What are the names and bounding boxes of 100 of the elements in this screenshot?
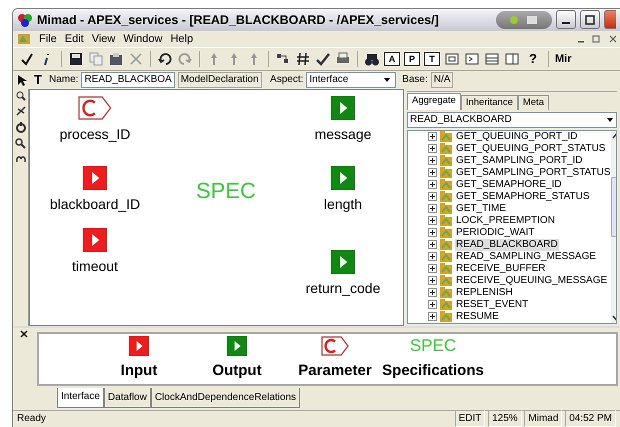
view-toggle-button[interactable]: A <box>384 52 400 66</box>
tree-item[interactable]: RECEIVE_BUFFER <box>455 262 546 275</box>
expand-icon[interactable] <box>428 180 437 190</box>
document-window-controls-icon[interactable] <box>576 34 616 44</box>
tree-item[interactable]: RECEIVE_QUEUING_MESSAGE <box>455 274 608 287</box>
maximize-button[interactable] <box>580 10 600 30</box>
tree-item[interactable]: READ_BLACKBOARD <box>455 238 559 251</box>
folder-icon <box>440 131 452 142</box>
aspect-tab[interactable]: Interface <box>57 388 104 408</box>
folder-icon <box>440 299 452 310</box>
aspect-tab[interactable]: Dataflow <box>104 388 151 408</box>
console-icon[interactable] <box>464 50 480 67</box>
tree-item[interactable]: REPLENISH <box>455 286 514 299</box>
part-label: Specifications <box>382 360 484 381</box>
expand-icon[interactable] <box>428 216 437 226</box>
pointer-icon[interactable] <box>17 74 27 86</box>
part-label: Parameter <box>298 360 372 381</box>
port-label: message <box>314 124 372 144</box>
input-port-icon <box>83 166 107 190</box>
columns-icon[interactable] <box>504 50 520 67</box>
input-port-icon <box>83 228 107 252</box>
expand-icon[interactable] <box>428 288 437 298</box>
menu-item[interactable]: Edit <box>64 30 84 48</box>
zoom-icon[interactable] <box>16 90 26 101</box>
type-field: ModelDeclaration <box>178 72 262 88</box>
tree-item[interactable]: GET_TIME <box>455 202 508 215</box>
close-icon[interactable] <box>20 330 28 338</box>
menu-item[interactable]: Window <box>123 30 162 48</box>
expand-icon[interactable] <box>428 228 437 238</box>
expand-icon[interactable] <box>428 192 437 202</box>
tree-item[interactable]: GET_SAMPLING_PORT_ID <box>455 154 584 167</box>
port-label: process_ID <box>60 124 130 144</box>
menu-item[interactable]: View <box>92 30 116 48</box>
base-label: Base: <box>402 73 428 88</box>
window-icon[interactable] <box>444 50 460 67</box>
spec-label: SPEC <box>196 176 256 205</box>
output-port-icon <box>331 96 355 120</box>
menu-item[interactable]: Help <box>170 30 194 48</box>
check-icon[interactable] <box>19 50 35 67</box>
expand-icon[interactable] <box>428 264 437 274</box>
status-pane: Mimad <box>524 410 562 427</box>
search-icon[interactable] <box>15 138 26 149</box>
help-button[interactable]: ? <box>524 50 542 67</box>
tree-item[interactable]: RESET_EVENT <box>455 298 530 311</box>
tray-widget[interactable] <box>496 10 552 29</box>
undo-icon[interactable] <box>157 50 173 67</box>
expand-icon[interactable] <box>428 168 437 178</box>
tree-item[interactable]: RESUME <box>455 310 500 323</box>
aspect-tab[interactable]: ClockAndDependenceRelations <box>150 388 300 408</box>
tree-item[interactable]: GET_QUEUING_PORT_ID <box>455 130 579 143</box>
expand-icon[interactable] <box>428 240 437 250</box>
tree-item[interactable]: LOCK_PREEMPTION <box>455 214 556 227</box>
folder-icon <box>440 203 452 214</box>
status-pane: 125% <box>488 410 522 427</box>
status-message: Ready <box>17 412 46 426</box>
tree-item[interactable]: READ_SAMPLING_MESSAGE <box>455 250 598 263</box>
part-label: Input <box>120 360 158 381</box>
tree-item[interactable]: GET_SEMAPHORE_STATUS <box>455 190 591 203</box>
name-field[interactable]: READ_BLACKBOA <box>81 72 175 88</box>
name-label: Name: <box>49 73 78 88</box>
paste-icon[interactable] <box>108 50 124 67</box>
expand-icon[interactable] <box>428 144 437 154</box>
aspect-value: Interface <box>309 72 348 87</box>
menu-item[interactable]: File <box>39 30 57 48</box>
status-pane: EDIT <box>454 410 486 427</box>
aspect-label: Aspect: <box>270 73 304 88</box>
browser-tab[interactable]: Aggregate <box>407 92 461 110</box>
close-button[interactable] <box>604 10 616 30</box>
save-icon[interactable] <box>68 50 84 67</box>
tree-item[interactable]: GET_QUEUING_PORT_STATUS <box>455 142 606 155</box>
tree-item[interactable]: GET_SAMPLING_PORT_STATUS <box>455 166 612 179</box>
browser-tab[interactable]: Inheritance <box>460 94 518 110</box>
output-port-icon <box>331 250 355 274</box>
expand-icon[interactable] <box>428 276 437 286</box>
expand-icon[interactable] <box>428 300 437 310</box>
view-toggle-button[interactable]: T <box>424 52 440 66</box>
minimize-icon <box>562 22 570 24</box>
expand-icon[interactable] <box>428 252 437 262</box>
aspect-dropdown[interactable]: Interface <box>306 72 396 88</box>
tree-item[interactable]: PERIODIC_WAIT <box>455 226 536 239</box>
minimize-button[interactable] <box>556 10 576 30</box>
browser-tab[interactable]: Meta <box>518 94 549 110</box>
hash-icon[interactable] <box>295 50 311 67</box>
expand-icon[interactable] <box>428 312 437 322</box>
folder-icon <box>440 311 452 322</box>
folder-icon <box>440 239 452 250</box>
output-port-icon <box>227 336 247 356</box>
expand-icon[interactable] <box>428 132 437 142</box>
rotate-tool-icon[interactable] <box>14 120 26 133</box>
tree-item[interactable]: GET_SEMAPHORE_ID <box>455 178 563 191</box>
app-logo-icon <box>17 12 33 28</box>
rows-icon[interactable] <box>484 50 500 67</box>
expand-icon[interactable] <box>428 156 437 166</box>
folder-icon <box>440 251 452 262</box>
view-toggle-button[interactable]: P <box>404 52 420 66</box>
object-dropdown[interactable]: READ_BLACKBOARD <box>407 112 617 128</box>
text-tool-button[interactable]: T <box>30 72 46 88</box>
folder-icon <box>440 275 452 286</box>
expand-icon[interactable] <box>428 204 437 214</box>
check-icon[interactable] <box>315 50 331 67</box>
